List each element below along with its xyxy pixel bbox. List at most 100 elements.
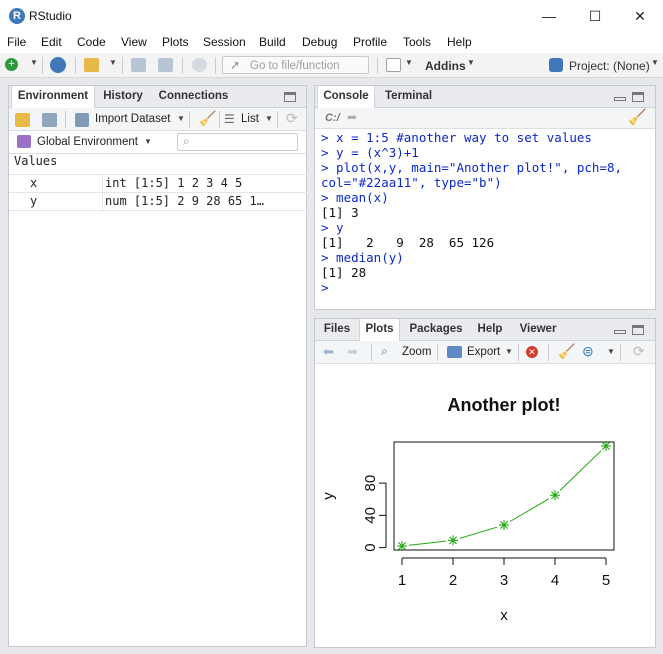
layout-dropdown-icon[interactable]: ▼ bbox=[405, 58, 413, 67]
maximize-button[interactable]: ☐ bbox=[572, 0, 618, 32]
tab-help[interactable]: Help bbox=[472, 319, 508, 341]
project-dropdown-icon[interactable]: ▼ bbox=[651, 58, 659, 67]
toolbar-separator bbox=[620, 344, 621, 361]
clear-console-broom-icon[interactable]: 🧹 bbox=[628, 108, 647, 126]
toolbar-separator bbox=[518, 344, 519, 361]
environment-tabstrip: Environment History Connections bbox=[9, 86, 306, 109]
refresh-icon[interactable]: ⟳ bbox=[286, 110, 298, 127]
minimize-button[interactable]: — bbox=[526, 0, 572, 32]
menu-build[interactable]: Build bbox=[259, 35, 286, 49]
tab-plots[interactable]: Plots bbox=[359, 319, 400, 342]
refresh-icon[interactable]: ⟳ bbox=[633, 343, 645, 360]
tab-connections[interactable]: Connections bbox=[152, 86, 235, 108]
save-all-icon[interactable] bbox=[158, 58, 173, 72]
menu-plots[interactable]: Plots bbox=[162, 35, 189, 49]
remove-plot-icon[interactable]: ✕ bbox=[526, 346, 538, 358]
minimize-pane-icon[interactable] bbox=[614, 330, 626, 334]
menu-view[interactable]: View bbox=[121, 35, 147, 49]
rstudio-logo-icon: R bbox=[9, 8, 25, 24]
toolbar-separator bbox=[189, 111, 190, 128]
maximize-pane-icon[interactable] bbox=[632, 92, 644, 102]
console-path-bar: C:/ ➦ 🧹 bbox=[315, 108, 655, 129]
tab-environment[interactable]: Environment bbox=[11, 86, 95, 109]
menu-file[interactable]: File bbox=[7, 35, 26, 49]
close-button[interactable]: ✕ bbox=[617, 0, 663, 32]
new-file-icon[interactable]: + bbox=[5, 58, 18, 71]
tab-packages[interactable]: Packages bbox=[403, 319, 469, 341]
zoom-icon: ⌕ bbox=[381, 344, 388, 358]
menu-session[interactable]: Session bbox=[203, 35, 246, 49]
menu-code[interactable]: Code bbox=[77, 35, 106, 49]
env-row-x[interactable]: x int [1:5] 1 2 3 4 5 bbox=[9, 174, 307, 194]
tab-viewer[interactable]: Viewer bbox=[511, 319, 565, 341]
global-environment-select[interactable]: Global Environment bbox=[37, 136, 138, 148]
open-file-icon[interactable] bbox=[84, 58, 99, 72]
new-file-dropdown-icon[interactable]: ▼ bbox=[30, 58, 38, 67]
grid-layout-icon[interactable] bbox=[386, 58, 401, 72]
toolbar-separator bbox=[75, 57, 76, 74]
environment-pane: Environment History Connections Import D… bbox=[8, 85, 307, 647]
project-menu[interactable]: Project: (None) bbox=[569, 59, 650, 73]
env-var-name: x bbox=[30, 176, 38, 190]
menu-help[interactable]: Help bbox=[447, 35, 472, 49]
x-tick-label: 5 bbox=[602, 572, 610, 589]
print-icon[interactable] bbox=[192, 58, 207, 72]
goto-file-placeholder: Go to file/function bbox=[250, 60, 340, 72]
go-to-directory-icon[interactable]: ➦ bbox=[347, 110, 357, 124]
import-dataset-icon bbox=[75, 113, 89, 127]
console-prompt[interactable]: > bbox=[321, 280, 653, 295]
toolbar-separator bbox=[371, 344, 372, 361]
scope-icon bbox=[17, 135, 31, 148]
clear-broom-icon[interactable]: 🧹 bbox=[199, 110, 216, 127]
publish-icon[interactable]: ⊜ bbox=[582, 343, 594, 360]
plots-pane: Files Plots Packages Help Viewer ⬅ ➡ ⌕ Z… bbox=[314, 318, 656, 648]
toolbar-separator bbox=[215, 57, 216, 74]
save-icon[interactable] bbox=[131, 58, 146, 72]
minimize-pane-icon[interactable] bbox=[614, 97, 626, 101]
tab-files[interactable]: Files bbox=[317, 319, 357, 341]
console-line: col="#22aa11", type="b") bbox=[321, 175, 502, 190]
menu-edit[interactable]: Edit bbox=[41, 35, 62, 49]
menu-profile[interactable]: Profile bbox=[353, 35, 387, 49]
console-line: [1] 3 bbox=[321, 205, 359, 220]
environment-search-input[interactable]: ⌕ bbox=[177, 133, 298, 151]
import-dataset-button[interactable]: Import Dataset bbox=[95, 113, 170, 125]
data-point-marker bbox=[499, 520, 509, 531]
addins-dropdown-icon[interactable]: ▼ bbox=[467, 58, 475, 67]
scope-dropdown-icon[interactable]: ▼ bbox=[144, 137, 152, 146]
env-row-y[interactable]: y num [1:5] 2 9 28 65 1… bbox=[9, 192, 307, 212]
clear-plots-broom-icon[interactable]: 🧹 bbox=[558, 343, 575, 360]
next-plot-icon[interactable]: ➡ bbox=[347, 344, 358, 360]
import-dataset-dropdown-icon[interactable]: ▼ bbox=[177, 114, 185, 123]
toolbar-separator bbox=[65, 111, 66, 128]
toolbar-separator bbox=[377, 57, 378, 74]
menu-tools[interactable]: Tools bbox=[403, 35, 431, 49]
new-project-icon[interactable] bbox=[50, 57, 66, 73]
maximize-pane-icon[interactable] bbox=[632, 325, 644, 335]
addins-menu[interactable]: Addins bbox=[425, 59, 466, 73]
open-recent-dropdown-icon[interactable]: ▼ bbox=[109, 58, 117, 67]
export-button[interactable]: Export bbox=[467, 346, 500, 358]
menu-debug[interactable]: Debug bbox=[302, 35, 337, 49]
menu-bar: File Edit Code View Plots Session Build … bbox=[0, 32, 663, 53]
tab-history[interactable]: History bbox=[97, 86, 149, 108]
export-dropdown-icon[interactable]: ▼ bbox=[505, 347, 513, 356]
toolbar-separator bbox=[548, 344, 549, 361]
tab-console[interactable]: Console bbox=[317, 86, 375, 109]
console-path: C:/ bbox=[325, 112, 340, 124]
maximize-pane-icon[interactable] bbox=[284, 92, 296, 102]
save-workspace-icon[interactable] bbox=[42, 113, 57, 127]
list-view-dropdown-icon[interactable]: ▼ bbox=[265, 114, 273, 123]
chart-title: Another plot! bbox=[448, 395, 561, 415]
data-point-marker bbox=[397, 541, 407, 551]
previous-plot-icon[interactable]: ⬅ bbox=[323, 344, 334, 360]
load-workspace-icon[interactable] bbox=[15, 113, 30, 127]
console-line: > x = 1:5 #another way to set values bbox=[321, 130, 592, 145]
column-divider bbox=[102, 193, 103, 212]
list-view-button[interactable]: List bbox=[241, 113, 259, 125]
zoom-button[interactable]: Zoom bbox=[402, 346, 431, 358]
publish-dropdown-icon[interactable]: ▼ bbox=[607, 347, 615, 356]
tab-terminal[interactable]: Terminal ✕ bbox=[379, 86, 441, 123]
console-line: > y bbox=[321, 220, 344, 235]
console-output[interactable]: > x = 1:5 #another way to set values > y… bbox=[321, 130, 653, 295]
